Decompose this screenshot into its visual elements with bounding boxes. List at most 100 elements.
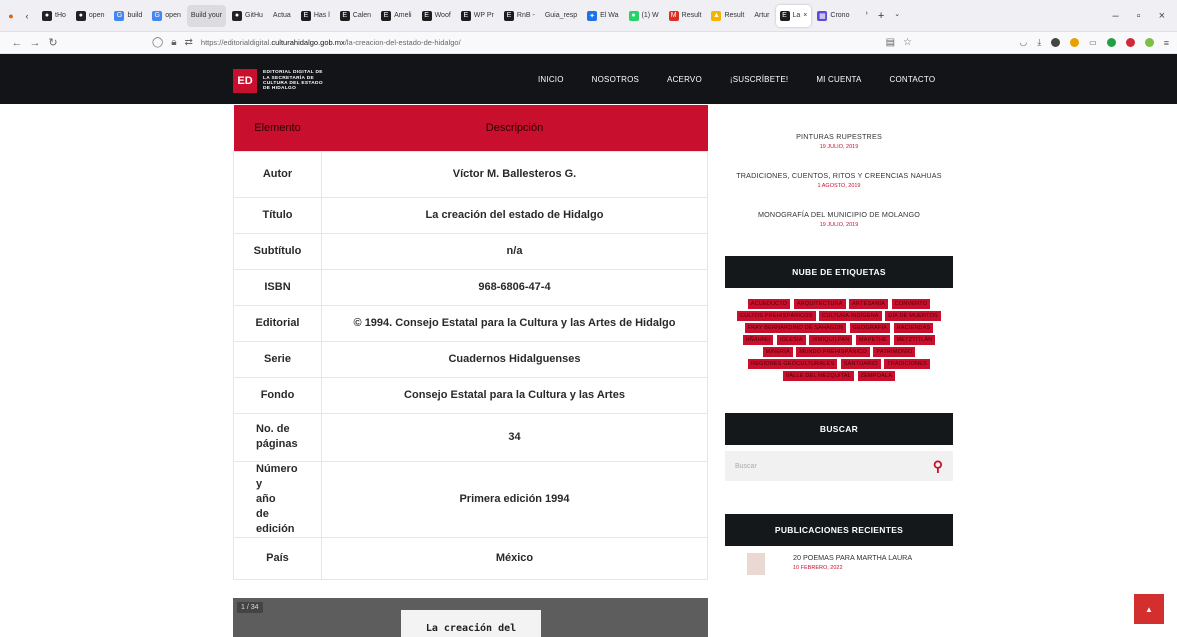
row-label: No. de páginas <box>233 412 322 462</box>
tag-link[interactable]: TRADICIONES <box>884 359 930 369</box>
back-icon[interactable]: ← <box>8 37 26 49</box>
extension-icon[interactable] <box>1144 38 1154 47</box>
tag-link[interactable]: DÍA DE MUERTOS <box>885 311 941 321</box>
reload-icon[interactable]: ↻ <box>44 36 62 49</box>
tab-label: GitHu <box>245 12 263 19</box>
tag-link[interactable]: FRAY BERNARDINO DE SAHAGÚN <box>744 323 846 333</box>
post-item[interactable]: MONOGRAFÍA DEL MUNICIPIO DE MOLANGO 19 J… <box>725 210 953 228</box>
tag-link[interactable]: HÑAHNU <box>742 335 774 345</box>
tag-link[interactable]: REGIONES GEOCULTURALES <box>748 359 838 369</box>
post-thumbnail[interactable] <box>747 553 765 575</box>
extension-icon[interactable] <box>1051 38 1061 47</box>
browser-tab[interactable]: M Result <box>665 5 706 27</box>
browser-tab[interactable]: Build your <box>186 4 226 27</box>
browser-tab[interactable]: ✦ El Wa <box>583 5 622 27</box>
search-input[interactable]: Buscar <box>735 463 933 470</box>
browser-tab[interactable]: ● open <box>72 5 109 27</box>
list-all-tabs-icon[interactable]: ⌄ <box>894 10 900 22</box>
forward-icon[interactable]: → <box>26 37 44 49</box>
browser-tab[interactable]: Gopen <box>148 5 185 27</box>
permissions-icon[interactable]: ⇄ <box>185 37 193 48</box>
browser-tab[interactable]: E WP Pr <box>457 5 498 27</box>
tag-link[interactable]: ARTESANÍA <box>849 299 889 309</box>
url-bar[interactable]: ◯ 🔒︎ ⇄ https://editorialdigital.culturah… <box>152 37 912 48</box>
browser-tab[interactable]: E RnB - <box>500 5 539 27</box>
lock-icon[interactable]: 🔒︎ <box>171 37 176 48</box>
tag-link[interactable]: PATRIMONIO <box>873 347 916 357</box>
browser-tab[interactable]: ● tHo <box>38 5 70 27</box>
browser-tab[interactable]: E Has l <box>297 5 334 27</box>
new-tab-icon[interactable]: + <box>878 10 884 22</box>
site-logo[interactable]: ED EDITORIAL DIGITAL DE LA SECRETARÍA DE… <box>233 69 323 93</box>
search-icon[interactable]: ⚲ <box>933 458 943 475</box>
browser-tab[interactable]: E La × <box>775 4 812 27</box>
nav-acervo[interactable]: ACERVO <box>667 75 702 84</box>
browser-tab[interactable]: ● (1) W <box>625 5 663 27</box>
minimize-icon[interactable]: – <box>1113 10 1119 22</box>
browser-tab[interactable]: Gbuild <box>110 5 146 27</box>
url-text[interactable]: https://editorialdigital.culturahidalgo.… <box>201 38 461 47</box>
nav-mi-cuenta[interactable]: MI CUENTA <box>816 75 861 84</box>
screenshot-icon[interactable]: ▭ <box>1089 38 1097 47</box>
nav-inicio[interactable]: INICIO <box>538 75 564 84</box>
extension-icon[interactable] <box>1106 38 1116 47</box>
github-icon: ● <box>42 10 52 21</box>
tag-link[interactable]: CULTOS PREHISPÁNICOS <box>737 311 816 321</box>
pocket-icon[interactable]: ◡ <box>1019 37 1027 48</box>
menu-icon[interactable]: ≡ <box>1164 38 1169 48</box>
tag-link[interactable]: CONVENTO <box>891 299 931 309</box>
tag-cloud-title: NUBE DE ETIQUETAS <box>725 256 953 288</box>
tab-label: Actua <box>272 12 291 19</box>
tag-link[interactable]: GEOGRAFÍA <box>849 323 891 333</box>
browser-tab[interactable]: Artur <box>750 5 773 27</box>
pdf-viewer[interactable]: 1 / 34 La creación del <box>233 598 708 637</box>
whatsapp-icon: ● <box>628 10 639 21</box>
scroll-to-top-button[interactable]: ▲ <box>1134 594 1164 624</box>
recent-post-item[interactable]: 20 POEMAS PARA MARTHA LAURA 10 FEBRERO, … <box>725 553 953 575</box>
tab-overflow-icon[interactable]: › <box>865 10 867 22</box>
tag-link[interactable]: HACIENDAS <box>893 323 934 333</box>
tag-link[interactable]: SANTUARIO <box>840 359 881 369</box>
browser-tab[interactable]: ▲ Result <box>707 5 748 27</box>
close-tab-icon[interactable]: × <box>803 12 807 19</box>
details-table: Elemento Descripción Autor Víctor M. Ball… <box>233 105 708 580</box>
tag-link[interactable]: METZTITLÁN <box>893 335 936 345</box>
nav-suscribete[interactable]: ¡SUSCRÍBETE! <box>730 75 788 84</box>
tag-link[interactable]: ARQUITECTURA <box>793 299 846 309</box>
post-item[interactable]: TRADICIONES, CUENTOS, RITOS Y CREENCIAS … <box>725 171 953 189</box>
tab-list-icon[interactable]: ‹ <box>22 11 32 21</box>
browser-tab[interactable]: ● GitHu <box>228 5 267 27</box>
sidebar: PINTURAS RUPESTRES 19 JULIO, 2019 TRADIC… <box>725 105 953 575</box>
tag-link[interactable]: MUNDO PREHISPÁNICO <box>796 347 870 357</box>
tag-link[interactable]: MINERÍA <box>762 347 793 357</box>
tag-link[interactable]: VALLE DEL MEZQUITAL <box>782 371 855 381</box>
post-item[interactable]: PINTURAS RUPESTRES 19 JULIO, 2019 <box>725 132 953 150</box>
extension-icon[interactable] <box>1070 38 1080 47</box>
tag-link[interactable]: IGLESIA <box>776 335 806 345</box>
browser-tab[interactable]: Guia_resp <box>541 5 581 27</box>
browser-tab[interactable]: E Woof <box>418 5 455 27</box>
nav-contacto[interactable]: CONTACTO <box>890 75 936 84</box>
maximize-icon[interactable]: ▫ <box>1137 10 1141 22</box>
download-icon[interactable]: ⤓ <box>1037 37 1041 48</box>
tag-link[interactable]: CULTURA INDÍGENA <box>819 311 882 321</box>
shield-icon[interactable]: ◯ <box>152 37 163 48</box>
row-value: Consejo Estatal para la Cultura y las Ar… <box>321 376 708 414</box>
row-value: Víctor M. Ballesteros G. <box>321 150 708 198</box>
browser-tab[interactable]: Actua <box>269 5 295 27</box>
nav-nosotros[interactable]: NOSOTROS <box>592 75 639 84</box>
tag-link[interactable]: MAPETHE <box>855 335 890 345</box>
table-row: Subtítulo n/a <box>233 232 708 270</box>
extension-icon[interactable] <box>1125 38 1135 47</box>
browser-tab[interactable]: E Calen <box>336 5 375 27</box>
tag-link[interactable]: IXMIQUILPAN <box>809 335 853 345</box>
reader-view-icon[interactable]: ▤ <box>886 37 895 48</box>
tag-link[interactable]: ACUEDUCTO <box>747 299 791 309</box>
tag-link[interactable]: ZEMPOALA <box>857 371 896 381</box>
close-window-icon[interactable]: × <box>1159 10 1165 22</box>
row-value: 34 <box>321 412 708 462</box>
bookmark-star-icon[interactable]: ☆ <box>903 37 912 48</box>
table-row: Número y año de edición Primera edición 1… <box>233 460 708 538</box>
browser-tab[interactable]: E Ameli <box>377 5 416 27</box>
browser-tab[interactable]: ▦ Crono <box>813 5 853 27</box>
